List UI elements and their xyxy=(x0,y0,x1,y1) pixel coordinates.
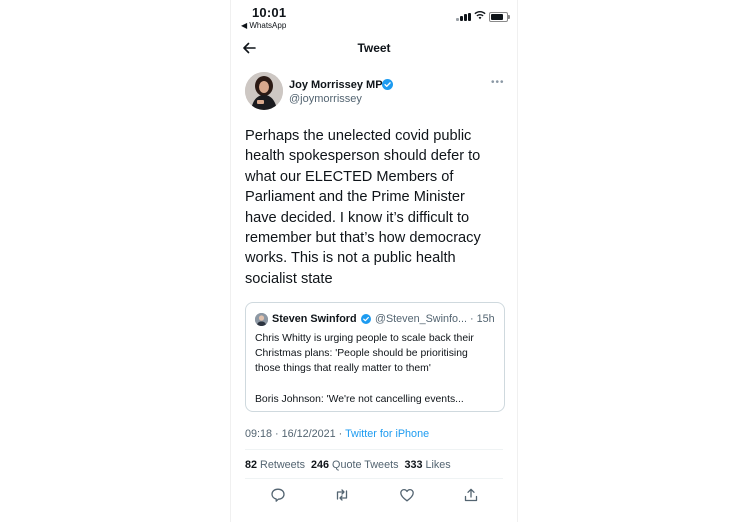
likes-stat[interactable]: 333 Likes xyxy=(404,459,450,471)
avatar[interactable] xyxy=(245,72,283,110)
tweet-screen: 10:01 ◀ WhatsApp Tweet Joy Morrissey MP … xyxy=(230,0,518,522)
tweet-time: 09:18 · 16/12/2021 · xyxy=(245,428,346,440)
tweet-text-line: remember but that’s how democracy xyxy=(245,230,481,247)
tweet-text-line: works. This is not a public health xyxy=(245,250,456,267)
quoted-text-line: Christmas plans: 'People should be prior… xyxy=(255,348,468,360)
quoted-text-line: Boris Johnson: 'We're not cancelling eve… xyxy=(255,393,464,405)
verified-badge-icon xyxy=(361,314,371,324)
battery-icon xyxy=(489,12,510,22)
page-title: Tweet xyxy=(357,41,391,55)
tweet-text-line: have decided. I know it’s difficult to xyxy=(245,209,470,226)
tweet-text-line: Perhaps the unelected covid public xyxy=(245,128,472,144)
quoted-author-name: Steven Swinford xyxy=(272,313,357,325)
back-arrow-icon[interactable] xyxy=(241,40,257,56)
quoted-text-line: Chris Whitty is urging people to scale b… xyxy=(255,333,474,344)
retweet-icon[interactable] xyxy=(334,487,350,503)
quoted-avatar xyxy=(255,313,268,326)
wifi-icon xyxy=(474,10,486,20)
back-to-app-link[interactable]: ◀ WhatsApp xyxy=(241,21,286,30)
retweets-stat[interactable]: 82 Retweets xyxy=(245,459,305,471)
tweet-text-line: Parliament and the Prime Minister xyxy=(245,189,465,206)
divider xyxy=(245,478,503,479)
more-icon[interactable]: ••• xyxy=(491,77,505,88)
author-name[interactable]: Joy Morrissey MP xyxy=(289,79,383,91)
author-handle[interactable]: @joymorrissey xyxy=(289,93,362,105)
tweet-text-line: health spokesperson should defer to xyxy=(245,148,481,165)
tweet-stats: 82 Retweets 246 Quote Tweets 333 Likes xyxy=(245,459,451,471)
quoted-handle-time: @Steven_Swinfo... · 15h xyxy=(375,313,495,325)
tweet-text-line: what our ELECTED Members of xyxy=(245,168,454,185)
tweet-text: Perhaps the unelected covid public healt… xyxy=(245,126,507,289)
quoted-tweet[interactable]: Steven Swinford @Steven_Swinfo... · 15h … xyxy=(245,302,505,412)
tweet-timestamp: 09:18 · 16/12/2021 · Twitter for iPhone xyxy=(245,428,429,440)
reply-icon[interactable] xyxy=(270,487,286,503)
tweet-text-line: socialist state xyxy=(245,270,333,287)
signal-icon xyxy=(456,13,472,21)
share-icon[interactable] xyxy=(463,487,479,503)
tweet-source-link[interactable]: Twitter for iPhone xyxy=(345,428,429,440)
quote-tweets-stat[interactable]: 246 Quote Tweets xyxy=(311,459,398,471)
like-icon[interactable] xyxy=(399,487,415,503)
status-time: 10:01 xyxy=(252,5,287,20)
verified-badge-icon xyxy=(382,79,393,90)
quoted-text-line xyxy=(255,377,499,392)
divider xyxy=(245,449,503,450)
quoted-text-line: those things that really matter to them' xyxy=(255,363,431,375)
quoted-text: Chris Whitty is urging people to scale b… xyxy=(255,331,499,407)
